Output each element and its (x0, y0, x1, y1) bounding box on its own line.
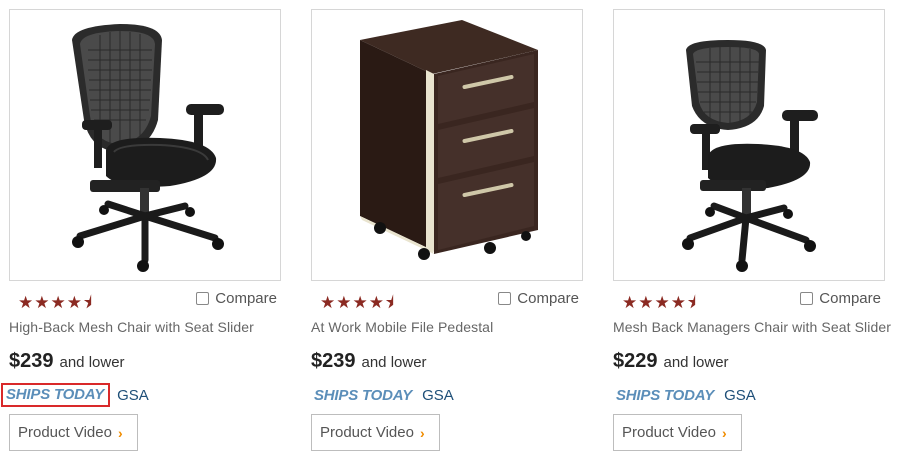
product-title-link[interactable]: At Work Mobile File Pedestal (311, 319, 583, 339)
product-video-button[interactable]: Product Video › (9, 414, 138, 451)
compare-checkbox[interactable]: Compare (498, 290, 579, 307)
star-rating: ★★★★⯨ (320, 293, 395, 312)
price-suffix: and lower (361, 354, 427, 371)
product-card: ★★★★⯨ Compare Mesh Back Managers Chair w… (613, 9, 891, 451)
product-video-button[interactable]: Product Video › (311, 414, 440, 451)
product-card: ★★★★⯨ Compare At Work Mobile File Pedest… (311, 9, 583, 451)
office-chair-image (682, 40, 818, 272)
product-title-link[interactable]: Mesh Back Managers Chair with Seat Slide… (613, 319, 891, 339)
gsa-badge: GSA (117, 386, 149, 404)
product-price: $239 (9, 350, 54, 372)
star-rating: ★★★★⯨ (18, 293, 93, 312)
office-chair-image (72, 24, 224, 272)
product-video-label: Product Video (320, 424, 414, 441)
compare-label: Compare (517, 290, 579, 307)
product-title-link[interactable]: High-Back Mesh Chair with Seat Slider (9, 319, 281, 339)
compare-label: Compare (819, 290, 881, 307)
compare-checkbox[interactable]: Compare (800, 290, 881, 307)
ships-today-badge: SHIPS TODAY (314, 386, 413, 404)
ships-today-badge: SHIPS TODAY (616, 386, 715, 404)
chevron-right-icon: › (419, 424, 425, 441)
price-suffix: and lower (663, 354, 729, 371)
product-card: ★★★★⯨ Compare High-Back Mesh Chair with … (1, 9, 281, 451)
product-video-label: Product Video (18, 424, 112, 441)
price-suffix: and lower (59, 354, 125, 371)
product-image-mesh-back-managers-chair[interactable] (613, 9, 885, 281)
gsa-badge: GSA (422, 386, 454, 404)
checkbox-icon[interactable] (800, 292, 814, 305)
chevron-right-icon: › (721, 424, 727, 441)
compare-checkbox[interactable]: Compare (196, 290, 277, 307)
chevron-right-icon: › (117, 424, 123, 441)
checkbox-icon[interactable] (196, 292, 210, 305)
product-price: $239 (311, 350, 356, 372)
product-price: $229 (613, 350, 658, 372)
gsa-badge: GSA (724, 386, 756, 404)
compare-label: Compare (215, 290, 277, 307)
checkbox-icon[interactable] (498, 292, 512, 305)
star-rating: ★★★★⯨ (622, 293, 697, 312)
product-video-button[interactable]: Product Video › (613, 414, 742, 451)
ships-today-badge: SHIPS TODAY (1, 383, 111, 407)
product-image-high-back-mesh-chair[interactable] (9, 9, 281, 281)
product-image-mobile-file-pedestal[interactable] (311, 9, 583, 281)
file-pedestal-image (360, 20, 538, 260)
product-video-label: Product Video (622, 424, 716, 441)
